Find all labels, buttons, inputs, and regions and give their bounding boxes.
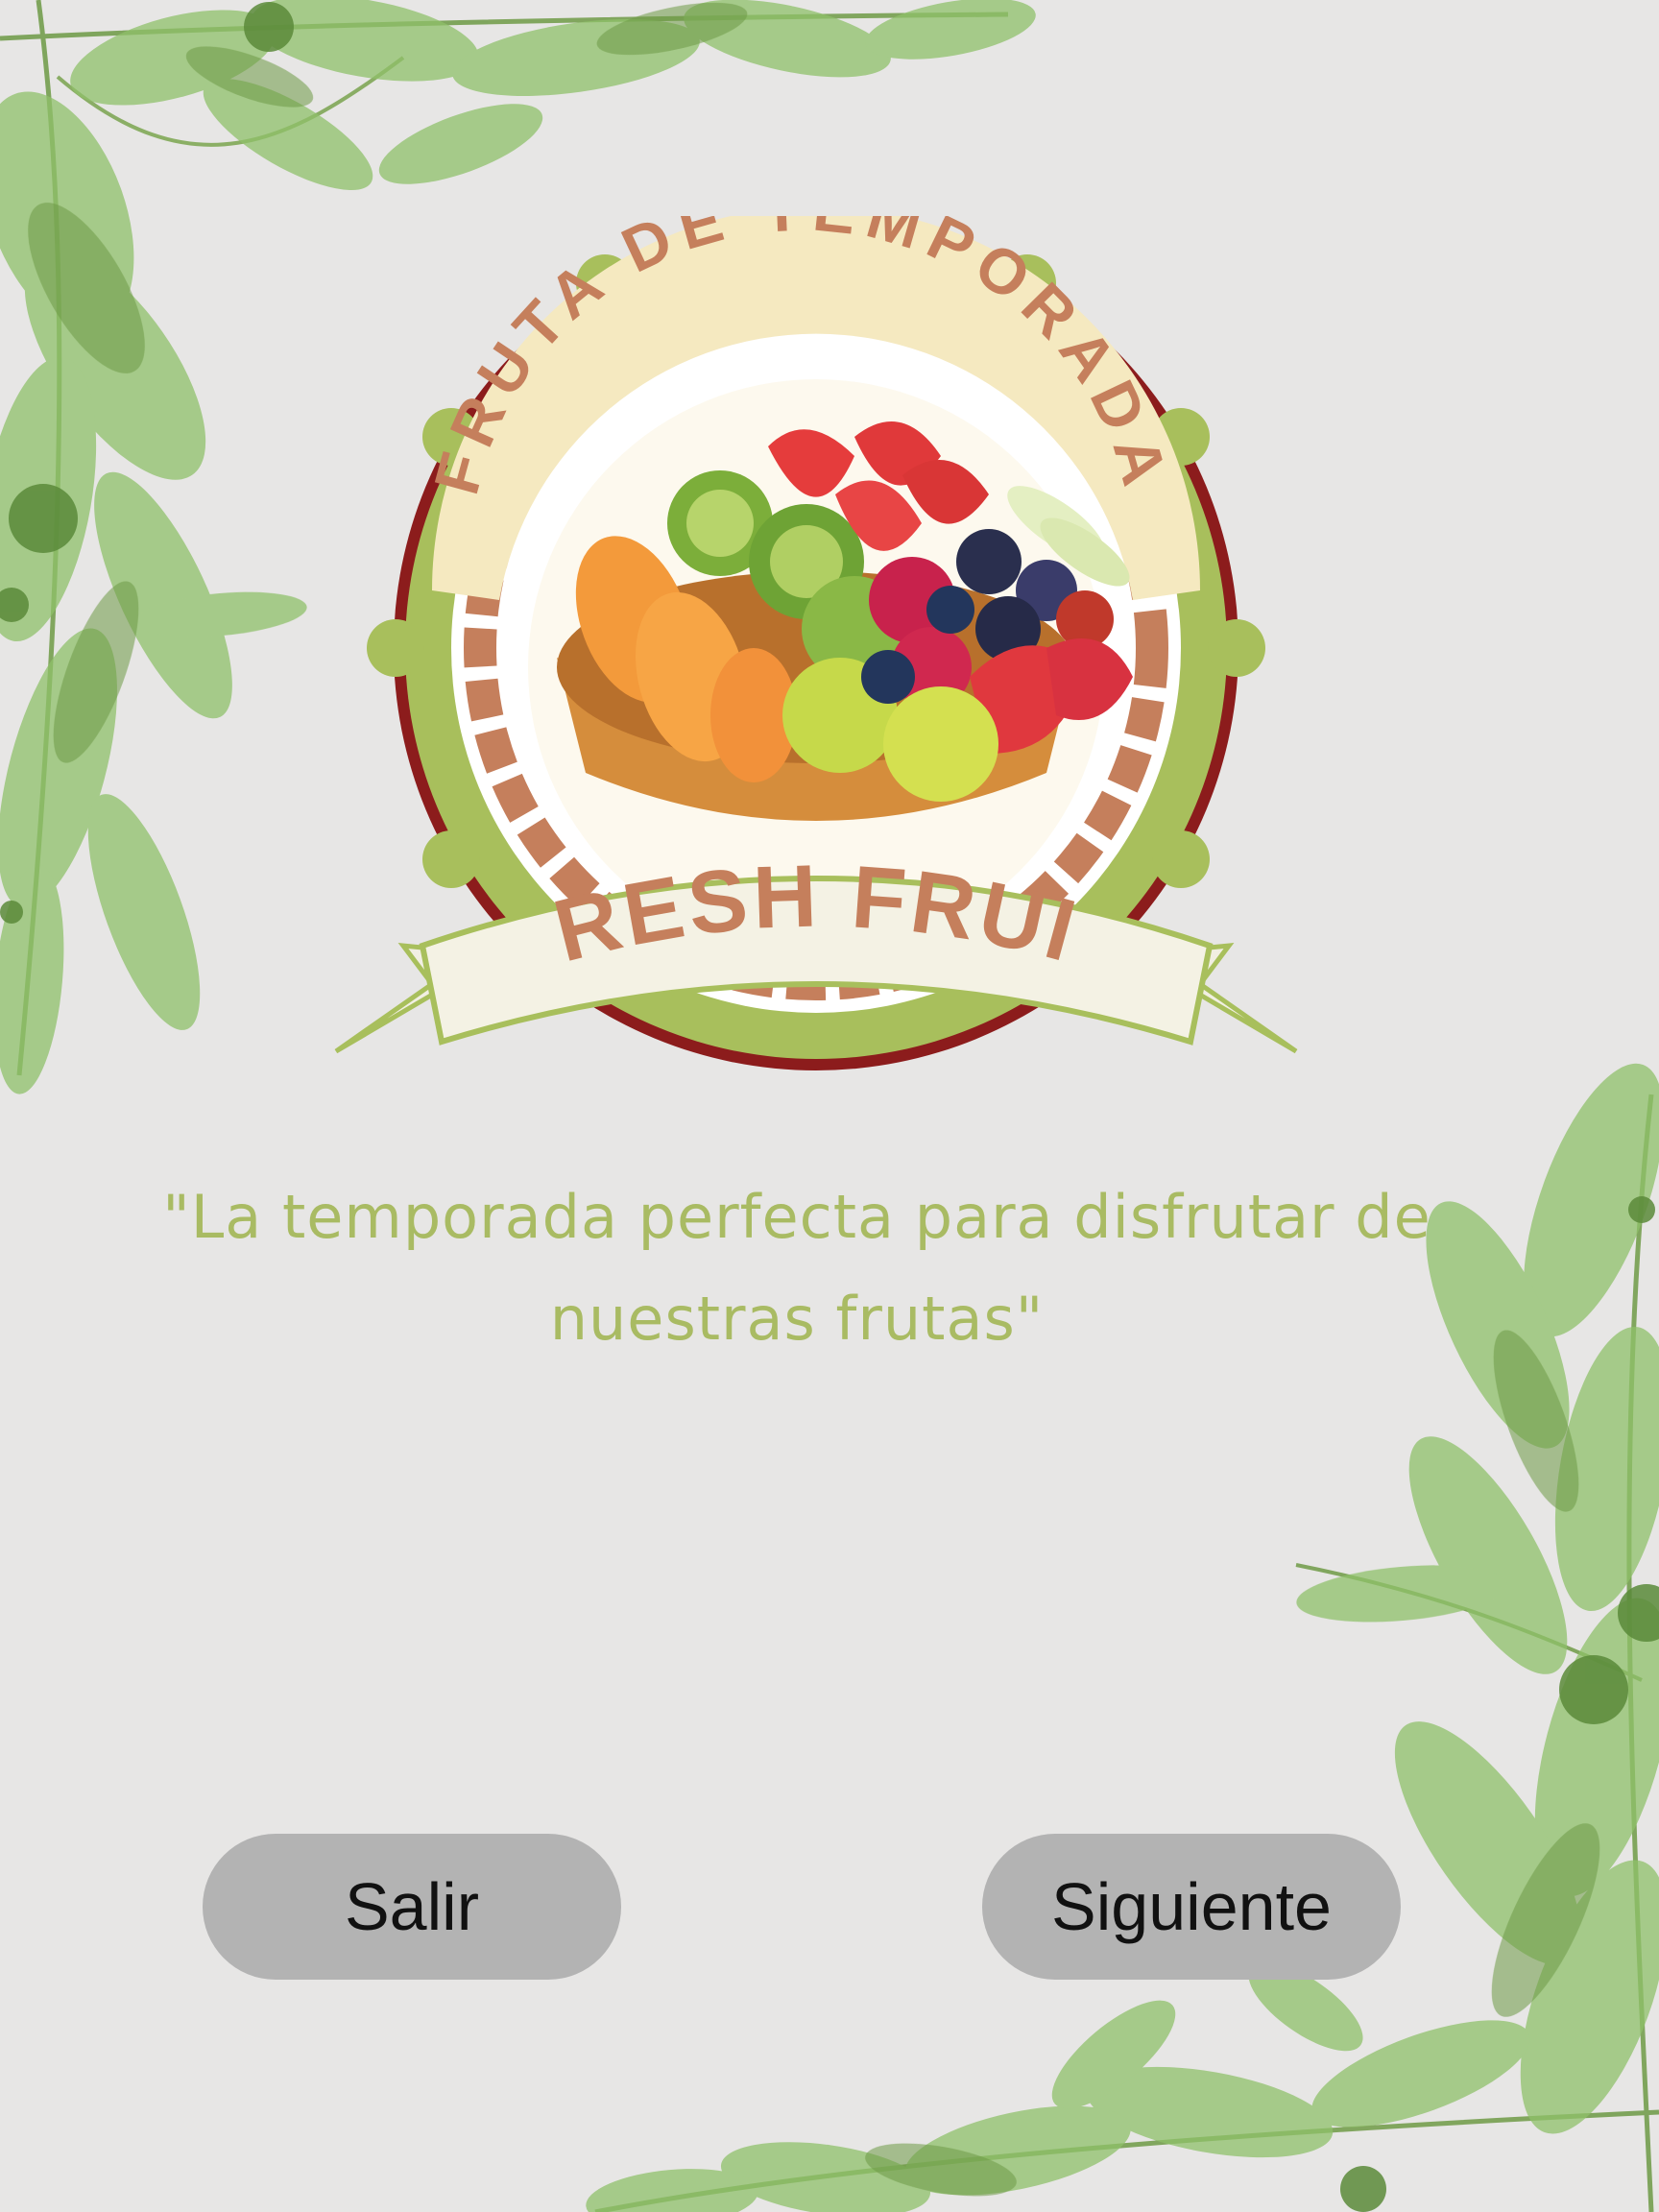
fresh-fruit-logo: FRUTA DE TEMPORADA [317,216,1298,1070]
tagline-line-2: nuestras frutas" [549,1284,1045,1354]
tagline-line-1: "La temporada perfecta para disfrutar de [162,1182,1431,1252]
exit-button[interactable]: Salir [203,1834,621,1980]
tagline: "La temporada perfecta para disfrutar de… [96,1166,1498,1370]
next-button[interactable]: Siguiente [982,1834,1401,1980]
